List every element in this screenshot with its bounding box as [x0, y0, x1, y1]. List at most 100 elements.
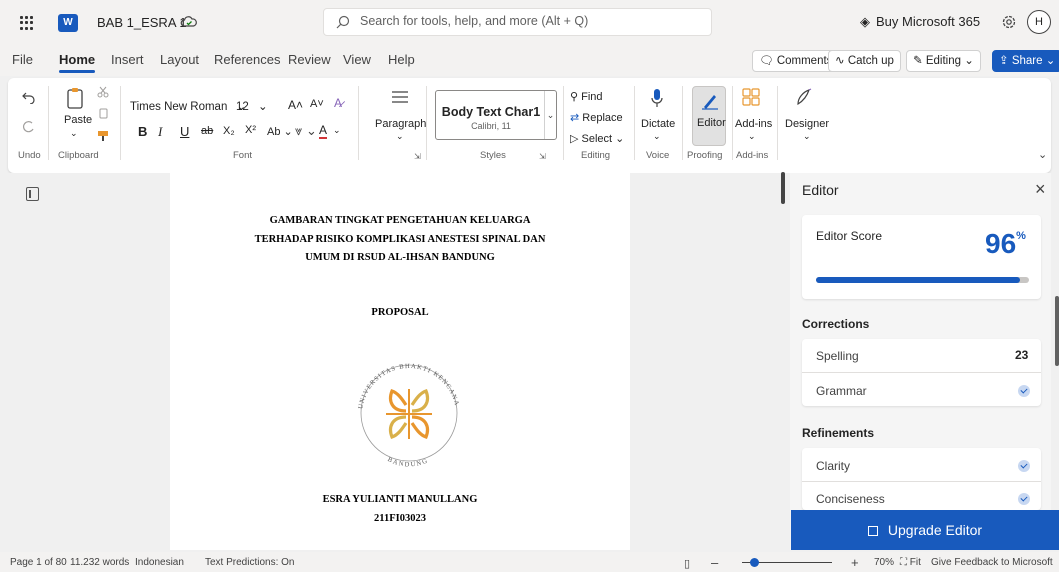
zoom-slider-handle[interactable] — [750, 558, 759, 567]
dialog-launcher-icon[interactable]: ⇲ — [539, 152, 546, 161]
spelling-item[interactable]: Spelling — [816, 349, 859, 363]
font-color-icon[interactable]: A — [319, 124, 328, 139]
avatar[interactable]: H — [1027, 10, 1051, 34]
chevron-down-icon[interactable]: ⌄ — [748, 131, 756, 142]
title-bar: W BAB 1_ESRA 1 ◈ Buy Microsoft 365 H — [0, 0, 1059, 44]
chevron-down-icon[interactable]: ⌄ — [70, 128, 78, 139]
zoom-out-icon[interactable]: – — [711, 555, 718, 570]
share-button[interactable]: ⇪ Share ⌄ — [992, 50, 1059, 72]
editor-pane-scrollbar[interactable] — [1055, 296, 1059, 366]
app-launcher-icon[interactable] — [20, 16, 34, 30]
fit-button[interactable]: ⛶ Fit — [900, 557, 921, 568]
undo-icon[interactable] — [22, 90, 36, 104]
add-ins-icon[interactable] — [742, 88, 760, 106]
find-button[interactable]: ⚲ Find — [570, 90, 603, 103]
search-box[interactable] — [323, 8, 712, 36]
clear-formatting-icon[interactable]: A̷ — [334, 96, 342, 110]
tab-layout[interactable]: Layout — [160, 52, 199, 67]
tab-references[interactable]: References — [214, 52, 280, 67]
shrink-font-icon[interactable]: A˅ — [310, 98, 324, 110]
word-logo-icon[interactable]: W — [58, 14, 78, 32]
editing-mode-button[interactable]: ✎ Editing ⌄ — [906, 50, 981, 72]
divider — [802, 372, 1041, 373]
divider — [48, 86, 49, 160]
cut-icon[interactable] — [97, 86, 109, 98]
format-painter-icon[interactable] — [97, 130, 109, 142]
select-button[interactable]: ▷ Select ⌄ — [570, 132, 624, 145]
divider — [426, 86, 427, 160]
zoom-in-icon[interactable]: + — [851, 555, 859, 570]
upgrade-editor-button[interactable]: Upgrade Editor — [791, 510, 1059, 550]
refinements-heading: Refinements — [802, 426, 875, 440]
designer-button[interactable]: Designer — [785, 118, 829, 130]
grow-font-icon[interactable]: A˄ — [288, 98, 303, 112]
add-ins-button[interactable]: Add-ins — [735, 118, 772, 130]
view-mode-icon[interactable]: ▯ — [684, 557, 690, 570]
font-size-select[interactable]: 12 ⌄ — [236, 96, 276, 118]
strikethrough-icon[interactable]: ab — [201, 125, 213, 137]
text-predictions-status[interactable]: Text Predictions: On — [205, 557, 294, 568]
expand-ribbon-icon[interactable]: ⌄ — [1038, 148, 1047, 161]
zoom-level[interactable]: 70% — [874, 557, 894, 568]
share-label: Share — [1011, 55, 1043, 67]
document-title[interactable]: BAB 1_ESRA 1 — [97, 15, 187, 30]
chevron-down-icon[interactable]: ⌄ — [653, 131, 661, 142]
tab-insert[interactable]: Insert — [111, 52, 144, 67]
replace-button[interactable]: ⇄ Replace — [570, 111, 623, 124]
chevron-down-icon[interactable]: ⌄ — [544, 91, 556, 139]
buy-microsoft-365-button[interactable]: ◈ Buy Microsoft 365 — [860, 14, 980, 30]
tab-file[interactable]: File — [12, 52, 33, 67]
corrections-heading: Corrections — [802, 317, 870, 331]
catch-up-label: Catch up — [847, 55, 894, 67]
font-name-select[interactable]: Times New Roman ⌄ — [130, 96, 250, 118]
feedback-link[interactable]: Give Feedback to Microsoft — [931, 557, 1053, 568]
tab-home[interactable]: Home — [59, 52, 96, 73]
italic-button[interactable]: I — [158, 124, 162, 140]
close-icon[interactable]: × — [1035, 180, 1046, 198]
clarity-item[interactable]: Clarity — [816, 459, 850, 473]
dictate-button[interactable]: Dictate — [641, 118, 675, 130]
tab-help[interactable]: Help — [388, 52, 415, 67]
copy-icon[interactable] — [97, 108, 109, 120]
editor-button[interactable]: Editor — [692, 86, 726, 146]
paste-label[interactable]: Paste — [64, 114, 92, 126]
subscript-icon[interactable]: X₂ — [223, 125, 235, 137]
chevron-down-icon[interactable]: ⌄ — [333, 125, 341, 136]
divider — [563, 86, 564, 160]
search-input[interactable] — [360, 14, 700, 28]
paragraph-icon[interactable] — [391, 90, 409, 104]
page-count[interactable]: Page 1 of 80 — [10, 557, 67, 568]
chevron-down-icon[interactable]: ⌄ — [396, 131, 404, 142]
pulse-icon: ∿ — [835, 55, 845, 67]
redo-icon[interactable] — [22, 120, 36, 134]
gear-icon[interactable] — [1000, 13, 1018, 31]
catch-up-button[interactable]: ∿ Catch up — [828, 50, 901, 72]
pencil-icon: ✎ — [913, 55, 923, 67]
microphone-icon[interactable] — [651, 88, 663, 108]
cloud-saved-icon[interactable] — [180, 13, 198, 31]
designer-icon[interactable] — [795, 88, 813, 106]
chevron-down-icon[interactable]: ⌄ — [803, 131, 811, 142]
grammar-item[interactable]: Grammar — [816, 384, 867, 398]
bold-button[interactable]: B — [138, 124, 147, 139]
change-case-icon[interactable]: Ab ⌄ — [267, 125, 293, 138]
divider — [634, 86, 635, 160]
tab-view[interactable]: View — [343, 52, 371, 67]
doc-student-id: 211FI03023 — [374, 513, 426, 524]
comments-button[interactable]: 🗨 Comments — [752, 50, 840, 72]
dialog-launcher-icon[interactable]: ⇲ — [414, 152, 421, 161]
navigation-pane-icon[interactable] — [26, 187, 39, 201]
paste-icon[interactable] — [66, 86, 86, 110]
document-scrollbar[interactable] — [781, 172, 785, 204]
doc-title-line-2: TERHADAP RISIKO KOMPLIKASI ANESTESI SPIN… — [254, 234, 546, 245]
divider — [732, 86, 733, 160]
styles-gallery[interactable]: Body Text Char1 Calibri, 11 ⌄ — [435, 90, 557, 140]
language-status[interactable]: Indonesian — [135, 557, 184, 568]
conciseness-item[interactable]: Conciseness — [816, 492, 885, 506]
word-count[interactable]: 11.232 words — [70, 557, 129, 568]
highlight-icon[interactable]: ⩔ ⌄ — [295, 123, 317, 139]
paragraph-button[interactable]: Paragraph — [375, 118, 426, 130]
tab-review[interactable]: Review — [288, 52, 331, 67]
underline-button[interactable]: U — [180, 124, 189, 139]
superscript-icon[interactable]: X² — [245, 124, 256, 136]
